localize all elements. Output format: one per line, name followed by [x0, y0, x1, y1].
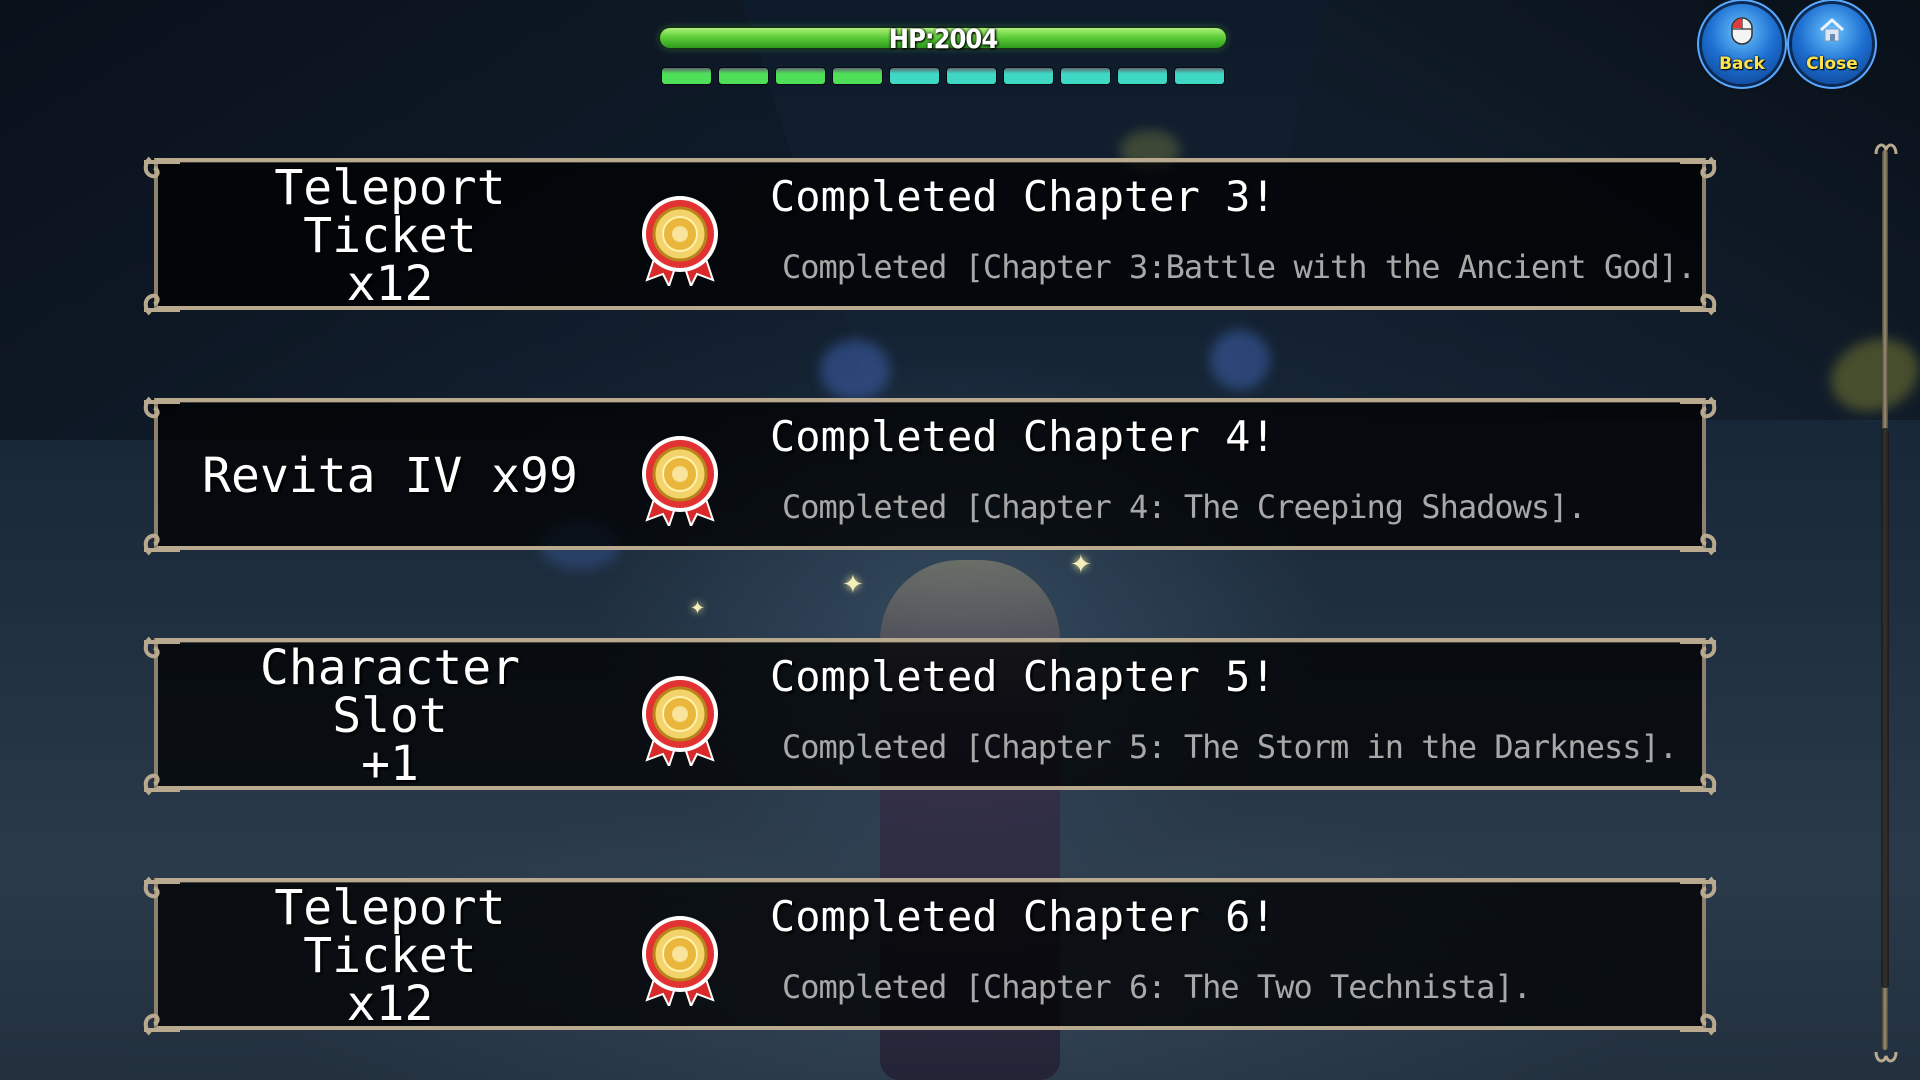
- medal-icon: [642, 196, 718, 286]
- hp-segment: [1175, 68, 1224, 84]
- mouse-icon: [1731, 17, 1753, 45]
- hp-segment: [1061, 68, 1110, 84]
- home-icon: [1819, 18, 1845, 42]
- hp-segment: [947, 68, 996, 84]
- hp-segment: [719, 68, 768, 84]
- hp-segment: [662, 68, 711, 84]
- corner-ornament-icon: [1680, 1013, 1717, 1036]
- corner-ornament-icon: [1680, 773, 1717, 796]
- medal-icon: [642, 676, 718, 766]
- medal-icon: [642, 436, 718, 526]
- corner-ornament-icon: [1680, 396, 1717, 419]
- quest-row[interactable]: Teleport Ticket x12 Completed Chapter 6!…: [140, 874, 1720, 1038]
- hp-segment: [1004, 68, 1053, 84]
- scrollbar-cap-icon: [1874, 143, 1898, 155]
- quest-title: Completed Chapter 5!: [770, 652, 1276, 701]
- corner-ornament-icon: [1680, 533, 1717, 556]
- quest-description: Completed [Chapter 3:Battle with the Anc…: [782, 248, 1696, 286]
- hp-label: HP:2004: [888, 24, 998, 55]
- back-button[interactable]: Back: [1702, 4, 1782, 84]
- hp-segment: [890, 68, 939, 84]
- back-button-label: Back: [1719, 54, 1765, 74]
- reward-label: Character Slot +1: [259, 640, 521, 792]
- quest-row[interactable]: Revita IV x99 Completed Chapter 4! Compl…: [140, 394, 1720, 558]
- corner-ornament-icon: [143, 1013, 180, 1036]
- quest-list[interactable]: Teleport Ticket x12 Completed Chapter 3!…: [140, 154, 1720, 1054]
- quest-title: Completed Chapter 4!: [770, 412, 1276, 461]
- corner-ornament-icon: [1680, 876, 1717, 899]
- corner-ornament-icon: [143, 876, 180, 899]
- reward-label: Revita IV x99: [202, 448, 578, 504]
- quest-title: Completed Chapter 3!: [770, 172, 1276, 221]
- hp-segments: [662, 68, 1228, 86]
- corner-ornament-icon: [1680, 636, 1717, 659]
- quest-row[interactable]: Character Slot +1 Completed Chapter 5! C…: [140, 634, 1720, 798]
- close-button-label: Close: [1806, 54, 1858, 74]
- corner-ornament-icon: [143, 773, 180, 796]
- corner-ornament-icon: [143, 636, 180, 659]
- game-scene: ✦ ✦ ✦ HP:2004 Back Close Teleport Ticket…: [0, 0, 1920, 1080]
- hp-hud: HP:2004: [660, 24, 1230, 88]
- reward-label: Teleport Ticket x12: [274, 880, 506, 1032]
- corner-ornament-icon: [143, 293, 180, 316]
- scrollbar-cap-icon: [1874, 1051, 1898, 1063]
- quest-title: Completed Chapter 6!: [770, 892, 1276, 941]
- corner-ornament-icon: [143, 396, 180, 419]
- reward-label: Teleport Ticket x12: [274, 160, 506, 312]
- close-button[interactable]: Close: [1792, 4, 1872, 84]
- scrollbar[interactable]: [1872, 138, 1900, 1068]
- quest-description: Completed [Chapter 6: The Two Technista]…: [782, 968, 1532, 1006]
- corner-ornament-icon: [1680, 156, 1717, 179]
- quest-description: Completed [Chapter 5: The Storm in the D…: [782, 728, 1678, 766]
- hp-segment: [776, 68, 825, 84]
- medal-icon: [642, 916, 718, 1006]
- quest-row[interactable]: Teleport Ticket x12 Completed Chapter 3!…: [140, 154, 1720, 318]
- hp-segment: [1118, 68, 1167, 84]
- quest-description: Completed [Chapter 4: The Creeping Shado…: [782, 488, 1587, 526]
- corner-ornament-icon: [143, 533, 180, 556]
- hp-segment: [833, 68, 882, 84]
- corner-ornament-icon: [143, 156, 180, 179]
- scrollbar-thumb[interactable]: [1881, 428, 1889, 988]
